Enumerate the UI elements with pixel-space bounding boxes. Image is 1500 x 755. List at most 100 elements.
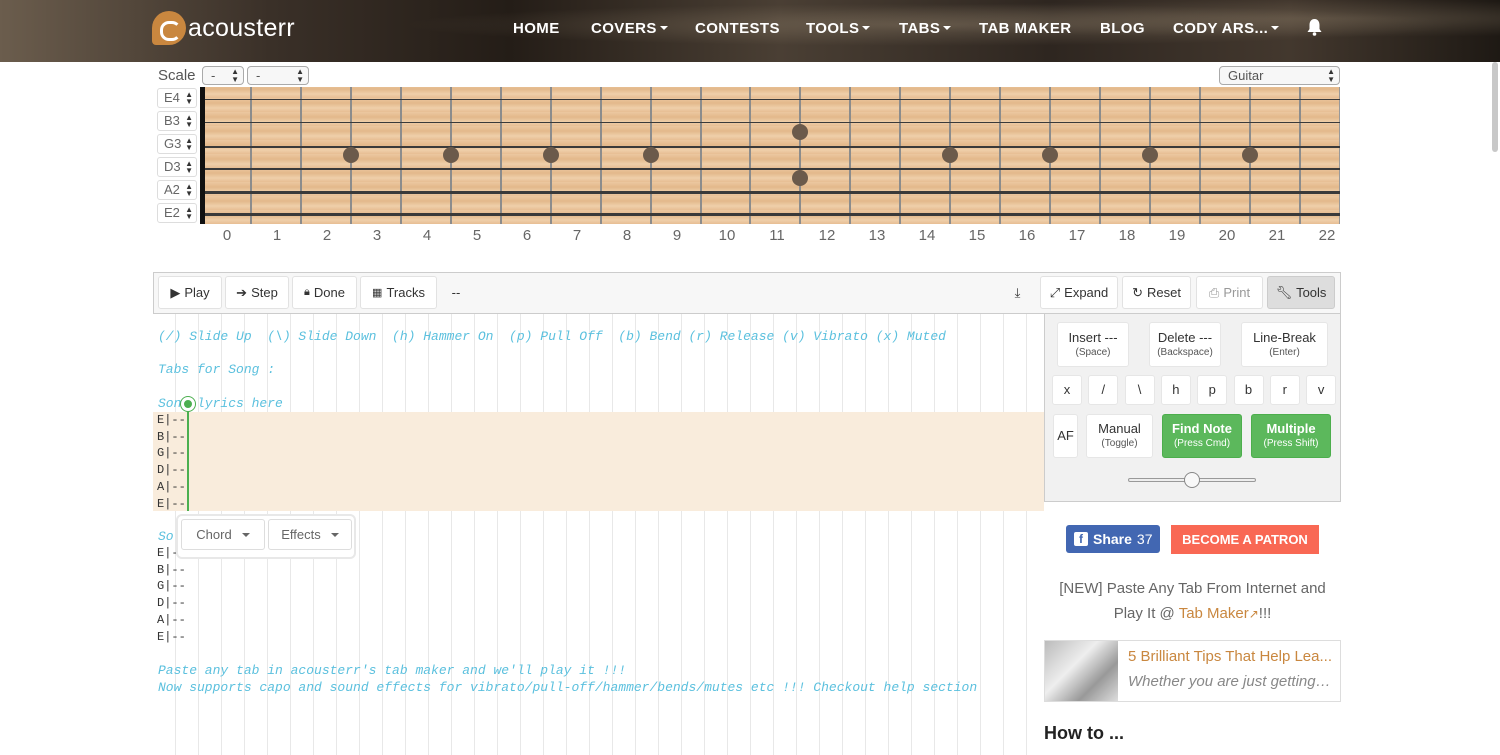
print-icon: ⎙ (1208, 284, 1220, 300)
fret-number: 16 (1018, 227, 1036, 244)
select-arrows-icon: ▲ ▼ (1327, 67, 1335, 84)
track-value: -- (451, 285, 461, 300)
play-icon: ▶ (170, 284, 181, 300)
refresh-icon: ↻ (1132, 284, 1143, 300)
string-tuning-select[interactable]: A2 ▲ ▼ (157, 180, 197, 200)
logo-text: acousterr (188, 13, 295, 42)
effects-dropdown[interactable]: Effects (268, 519, 352, 550)
chevron-down-icon (943, 26, 952, 30)
chevron-down-icon (330, 532, 339, 537)
nav-blog[interactable]: BLOG (1100, 0, 1145, 56)
select-arrows-icon: ▲ ▼ (296, 67, 304, 84)
tab-line[interactable]: G|-- (157, 579, 186, 593)
print-button[interactable]: ⎙ Print (1196, 276, 1263, 309)
tab-line[interactable]: D|-- (157, 596, 186, 610)
chevron-down-icon (241, 532, 250, 537)
effect-key-button[interactable]: b (1233, 375, 1264, 405)
multiple-button[interactable]: Multiple (Press Shift) (1251, 414, 1331, 458)
chord-dropdown[interactable]: Chord (181, 519, 265, 550)
effect-key-button[interactable]: v (1306, 375, 1337, 405)
page-scrollbar[interactable] (1492, 62, 1498, 152)
nav-contests[interactable]: CONTESTS (695, 0, 780, 56)
cursor-handle[interactable] (181, 397, 195, 411)
tab-maker-promo: [NEW] Paste Any Tab From Internet and Pl… (1059, 580, 1326, 622)
fret-wire (1298, 87, 1301, 224)
chevron-down-icon (862, 26, 871, 30)
af-button[interactable]: AF (1053, 414, 1078, 458)
tab-line[interactable]: E|-- (157, 497, 186, 511)
fret-marker-dot (542, 147, 559, 163)
fret-number: 4 (422, 227, 432, 244)
tab-line[interactable]: E|-- (157, 630, 186, 644)
fret-marker-dot (642, 147, 659, 163)
nav-covers[interactable]: COVERS (591, 0, 668, 56)
tab-line[interactable]: B|-- (157, 430, 186, 444)
fret-number: 9 (672, 227, 682, 244)
nav-user-menu[interactable]: CODY ARS... (1173, 0, 1280, 56)
string-tuning-select[interactable]: E4 ▲ ▼ (157, 88, 197, 108)
nav-tabs[interactable]: TABS (899, 0, 952, 56)
string-tuning-select[interactable]: G3 ▲ ▼ (157, 134, 197, 154)
download-icon: ⤓ (1014, 284, 1021, 300)
string-tuning-select[interactable]: E2 ▲ ▼ (157, 203, 197, 223)
step-button[interactable]: ➔ Step (225, 276, 289, 309)
select-arrows-icon: ▲ ▼ (185, 113, 193, 129)
delete-button[interactable]: Delete --- (Backspace) (1149, 322, 1221, 367)
become-patron-button[interactable]: BECOME A PATRON (1171, 525, 1319, 554)
speed-slider-handle[interactable] (1184, 472, 1200, 488)
effect-key-button[interactable]: / (1088, 375, 1119, 405)
fretboard-nut (200, 87, 205, 224)
fret-number: 22 (1318, 227, 1336, 244)
fret-wire (999, 87, 1002, 224)
scale-type-select[interactable]: - ▲ ▼ (247, 66, 309, 85)
fret-number: 19 (1168, 227, 1186, 244)
fret-number: 10 (718, 227, 736, 244)
manual-toggle[interactable]: Manual (Toggle) (1086, 414, 1153, 458)
download-button[interactable]: ⤓ (1001, 276, 1034, 309)
tools-button[interactable]: 🔧︎ Tools (1267, 276, 1335, 309)
effect-key-button[interactable]: \ (1124, 375, 1155, 405)
facebook-share-button[interactable]: f Share 37 (1066, 525, 1160, 553)
effect-key-button[interactable]: r (1269, 375, 1300, 405)
reset-button[interactable]: ↻ Reset (1122, 276, 1191, 309)
fret-number: 2 (322, 227, 332, 244)
play-button[interactable]: ▶ Play (158, 276, 222, 309)
tab-line[interactable]: D|-- (157, 463, 186, 477)
fret-wire (849, 87, 852, 224)
tab-maker-link[interactable]: Tab Maker↗ (1179, 605, 1259, 622)
scale-root-select[interactable]: - ▲ ▼ (202, 66, 244, 85)
blog-card-title[interactable]: 5 Brilliant Tips That Help Lea... (1128, 648, 1332, 665)
guitar-string (205, 122, 1340, 123)
insert-button[interactable]: Insert --- (Space) (1057, 322, 1129, 367)
effect-key-button[interactable]: h (1160, 375, 1191, 405)
logo-mark-icon (152, 11, 186, 45)
acousterr-logo[interactable]: acousterr (152, 10, 295, 46)
tab-line[interactable]: G|-- (157, 446, 186, 460)
bell-icon[interactable] (1306, 18, 1323, 36)
fret-wire (399, 87, 402, 224)
select-arrows-icon: ▲ ▼ (185, 159, 193, 175)
tab-line[interactable]: A|-- (157, 480, 186, 494)
tracks-button[interactable]: ▦ Tracks (360, 276, 437, 309)
tab-line[interactable]: B|-- (157, 563, 186, 577)
effect-key-button[interactable]: p (1197, 375, 1228, 405)
nav-tools[interactable]: TOOLS (806, 0, 871, 56)
active-tab-block[interactable] (153, 412, 1044, 511)
effect-key-button[interactable]: x (1052, 375, 1082, 405)
instrument-select[interactable]: Guitar ▲ ▼ (1219, 66, 1340, 85)
string-tuning-select[interactable]: D3 ▲ ▼ (157, 157, 197, 177)
find-note-button[interactable]: Find Note (Press Cmd) (1162, 414, 1242, 458)
expand-button[interactable]: ⤢ Expand (1040, 276, 1118, 309)
tab-line[interactable]: A|-- (157, 613, 186, 627)
done-button[interactable]: 🔒︎ Done (292, 276, 357, 309)
string-tuning-select[interactable]: B3 ▲ ▼ (157, 111, 197, 131)
nav-tab-maker[interactable]: TAB MAKER (979, 0, 1071, 56)
line-break-button[interactable]: Line-Break (Enter) (1241, 322, 1328, 367)
tab-line[interactable]: E|-- (157, 413, 186, 427)
edit-cursor[interactable] (187, 404, 189, 511)
chevron-down-icon (659, 26, 668, 30)
fretboard[interactable] (200, 87, 1340, 224)
fret-number: 12 (818, 227, 836, 244)
arrow-right-icon: ➔ (236, 284, 248, 300)
nav-home[interactable]: HOME (513, 0, 560, 56)
